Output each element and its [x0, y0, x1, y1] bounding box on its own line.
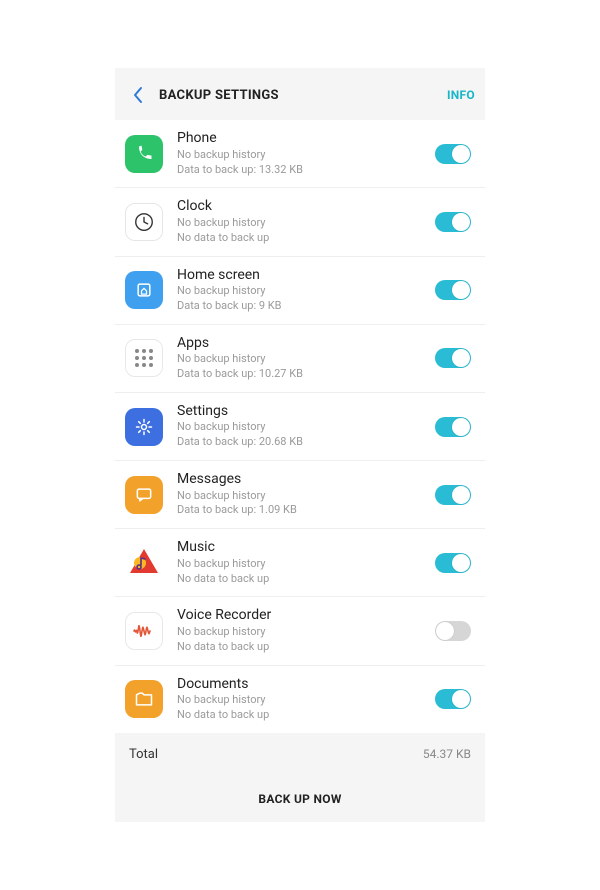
item-info: Home screen No backup history Data to ba… — [177, 267, 435, 314]
back-button[interactable] — [125, 82, 151, 108]
item-clock[interactable]: Clock No backup history No data to back … — [115, 188, 485, 256]
info-button[interactable]: INFO — [447, 88, 475, 102]
toggle-phone[interactable] — [435, 144, 471, 164]
item-info: Music No backup history No data to back … — [177, 539, 435, 586]
item-sub2: No data to back up — [177, 231, 435, 246]
total-label: Total — [129, 747, 158, 762]
item-sub2: Data to back up: 1.09 KB — [177, 503, 435, 518]
item-apps[interactable]: Apps No backup history Data to back up: … — [115, 325, 485, 393]
item-title: Voice Recorder — [177, 607, 435, 625]
backup-items-list: Phone No backup history Data to back up:… — [115, 120, 485, 733]
item-sub1: No backup history — [177, 284, 435, 299]
item-sub1: No backup history — [177, 693, 435, 708]
item-voice[interactable]: Voice Recorder No backup history No data… — [115, 597, 485, 665]
voice-recorder-icon — [125, 612, 163, 650]
music-icon — [125, 544, 163, 582]
item-info: Apps No backup history Data to back up: … — [177, 335, 435, 382]
item-sub1: No backup history — [177, 489, 435, 504]
item-title: Home screen — [177, 267, 435, 285]
item-title: Documents — [177, 676, 435, 694]
item-info: Clock No backup history No data to back … — [177, 198, 435, 245]
toggle-voice[interactable] — [435, 621, 471, 641]
toggle-documents[interactable] — [435, 689, 471, 709]
item-info: Settings No backup history Data to back … — [177, 403, 435, 450]
item-sub2: Data to back up: 9 KB — [177, 299, 435, 314]
page-title: BACKUP SETTINGS — [159, 88, 447, 103]
item-sub1: No backup history — [177, 557, 435, 572]
item-home[interactable]: Home screen No backup history Data to ba… — [115, 257, 485, 325]
item-sub2: Data to back up: 20.68 KB — [177, 435, 435, 450]
item-sub1: No backup history — [177, 420, 435, 435]
item-info: Voice Recorder No backup history No data… — [177, 607, 435, 654]
total-row: Total 54.37 KB — [115, 733, 485, 776]
toggle-messages[interactable] — [435, 485, 471, 505]
item-documents[interactable]: Documents No backup history No data to b… — [115, 666, 485, 733]
item-sub2: No data to back up — [177, 640, 435, 655]
chevron-left-icon — [132, 86, 144, 104]
toggle-clock[interactable] — [435, 212, 471, 232]
documents-icon — [125, 680, 163, 718]
item-sub1: No backup history — [177, 148, 435, 163]
item-info: Documents No backup history No data to b… — [177, 676, 435, 723]
item-title: Apps — [177, 335, 435, 353]
item-info: Messages No backup history Data to back … — [177, 471, 435, 518]
item-title: Music — [177, 539, 435, 557]
item-settings[interactable]: Settings No backup history Data to back … — [115, 393, 485, 461]
home-icon — [125, 271, 163, 309]
phone-icon — [125, 135, 163, 173]
backup-settings-screen: BACKUP SETTINGS INFO Phone No backup his… — [115, 68, 485, 822]
toggle-music[interactable] — [435, 553, 471, 573]
item-sub1: No backup history — [177, 352, 435, 367]
item-title: Clock — [177, 198, 435, 216]
toggle-settings[interactable] — [435, 417, 471, 437]
total-value: 54.37 KB — [423, 747, 471, 761]
item-title: Phone — [177, 130, 435, 148]
item-sub2: No data to back up — [177, 708, 435, 723]
item-title: Messages — [177, 471, 435, 489]
header-bar: BACKUP SETTINGS INFO — [115, 68, 485, 120]
item-music[interactable]: Music No backup history No data to back … — [115, 529, 485, 597]
item-info: Phone No backup history Data to back up:… — [177, 130, 435, 177]
toggle-apps[interactable] — [435, 348, 471, 368]
settings-icon — [125, 408, 163, 446]
item-sub2: Data to back up: 13.32 KB — [177, 163, 435, 178]
item-phone[interactable]: Phone No backup history Data to back up:… — [115, 120, 485, 188]
clock-icon — [125, 203, 163, 241]
apps-icon — [125, 339, 163, 377]
toggle-home[interactable] — [435, 280, 471, 300]
backup-now-button[interactable]: BACK UP NOW — [115, 776, 485, 822]
item-sub2: No data to back up — [177, 572, 435, 587]
item-sub1: No backup history — [177, 625, 435, 640]
item-messages[interactable]: Messages No backup history Data to back … — [115, 461, 485, 529]
item-title: Settings — [177, 403, 435, 421]
item-sub2: Data to back up: 10.27 KB — [177, 367, 435, 382]
item-sub1: No backup history — [177, 216, 435, 231]
messages-icon — [125, 476, 163, 514]
